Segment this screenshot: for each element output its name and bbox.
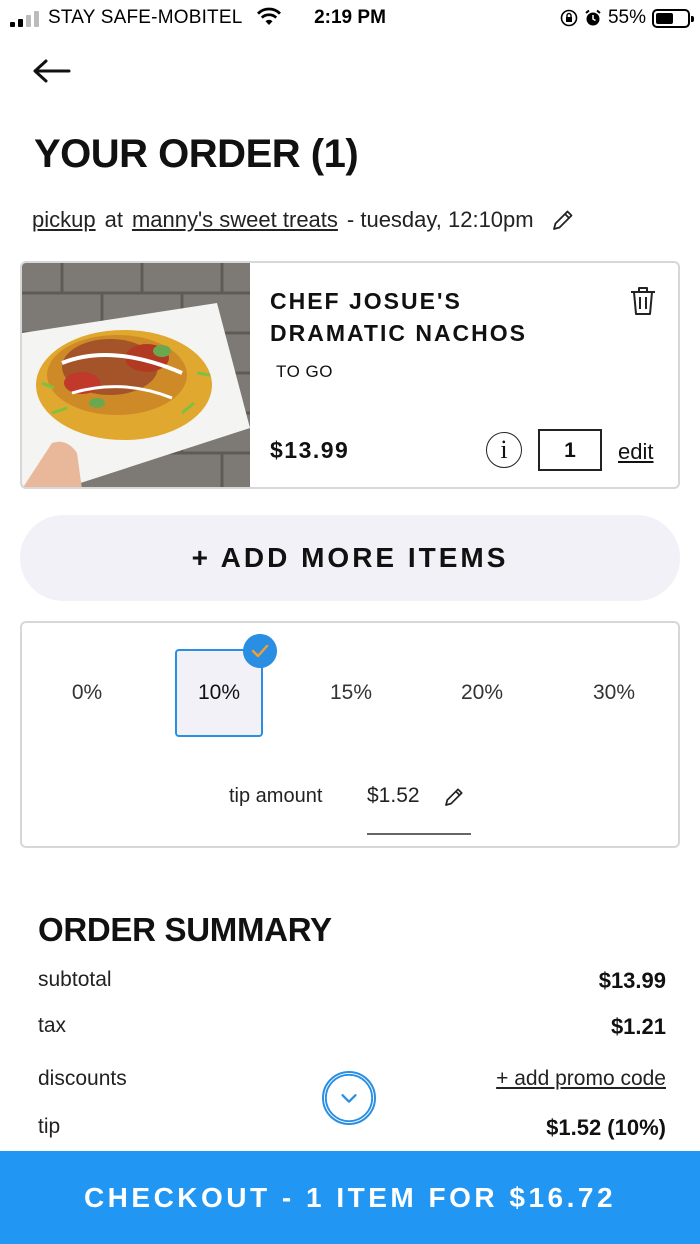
order-meta: pickup at manny's sweet treats - tuesday… bbox=[32, 207, 576, 233]
item-price: $13.99 bbox=[270, 437, 350, 463]
chevron-down-icon[interactable] bbox=[322, 1071, 376, 1125]
subtotal-label: subtotal bbox=[38, 968, 112, 991]
add-more-items-button[interactable]: + ADD MORE ITEMS bbox=[20, 515, 680, 601]
at-text: at bbox=[104, 207, 123, 232]
trash-icon[interactable] bbox=[628, 285, 658, 317]
tip-option-15[interactable]: 15% bbox=[307, 649, 395, 737]
tip-option-20[interactable]: 20% bbox=[438, 649, 526, 737]
tax-row: tax $1.21 bbox=[38, 1014, 666, 1039]
back-arrow-icon[interactable] bbox=[32, 56, 72, 86]
battery-icon bbox=[652, 8, 694, 28]
pickup-mode-link[interactable]: pickup bbox=[32, 207, 96, 233]
item-name: CHEF JOSUE'S DRAMATIC NACHOS bbox=[270, 288, 528, 346]
selected-check-icon bbox=[243, 634, 277, 668]
edit-item-link[interactable]: edit bbox=[618, 439, 653, 465]
add-promo-code-link[interactable]: + add promo code bbox=[496, 1067, 666, 1091]
tip-amount-underline bbox=[367, 833, 471, 835]
discounts-label: discounts bbox=[38, 1067, 127, 1090]
battery-percent: 55% bbox=[607, 7, 646, 28]
tip-selector: 0% 10% 15% 20% 30% tip amount $1.52 bbox=[20, 621, 680, 848]
tip-value: $1.52 (10%) bbox=[546, 1115, 666, 1140]
edit-tip-pencil-icon[interactable] bbox=[442, 785, 466, 809]
tax-label: tax bbox=[38, 1014, 67, 1037]
checkout-button[interactable]: CHECKOUT - 1 ITEM FOR $16.72 bbox=[0, 1151, 700, 1244]
orientation-lock-icon bbox=[560, 9, 578, 27]
tip-amount-input[interactable]: $1.52 bbox=[367, 784, 420, 808]
clock: 2:19 PM bbox=[314, 7, 386, 28]
subtotal-value: $13.99 bbox=[598, 968, 666, 993]
info-icon[interactable]: i bbox=[486, 432, 522, 468]
tip-amount-label: tip amount bbox=[229, 785, 323, 807]
tax-value: $1.21 bbox=[610, 1014, 666, 1039]
cart-item-card: CHEF JOSUE'S DRAMATIC NACHOS TO GO $13.9… bbox=[20, 261, 680, 489]
tip-option-30[interactable]: 30% bbox=[570, 649, 658, 737]
item-option: TO GO bbox=[276, 362, 333, 381]
quantity-field[interactable]: 1 bbox=[538, 429, 602, 471]
order-summary-title: ORDER SUMMARY bbox=[38, 911, 332, 948]
status-bar: STAY SAFE-MOBITEL 2:19 PM 55% bbox=[0, 0, 700, 38]
tip-option-0[interactable]: 0% bbox=[43, 649, 131, 737]
pickup-time: - tuesday, 12:10pm bbox=[346, 207, 534, 232]
edit-pickup-pencil-icon[interactable] bbox=[550, 207, 576, 233]
subtotal-row: subtotal $13.99 bbox=[38, 968, 666, 993]
tip-label: tip bbox=[38, 1115, 61, 1138]
nachos-photo bbox=[22, 263, 250, 487]
store-link[interactable]: manny's sweet treats bbox=[132, 207, 338, 233]
page-title: YOUR ORDER (1) bbox=[34, 132, 359, 176]
alarm-icon bbox=[585, 9, 601, 26]
